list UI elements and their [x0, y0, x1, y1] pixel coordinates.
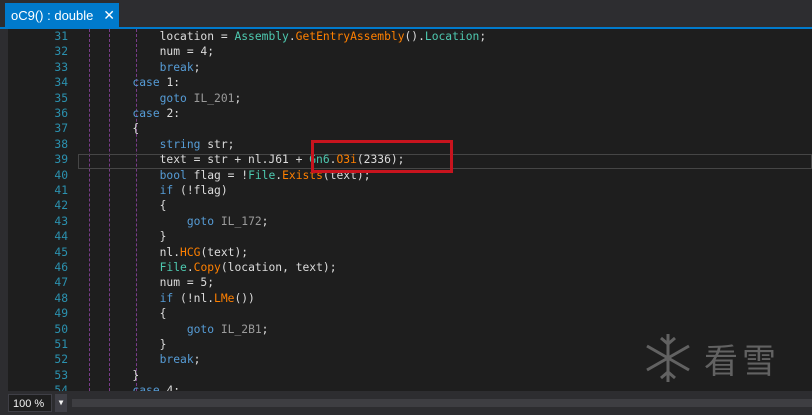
line-number: 51 [54, 338, 68, 351]
code-text[interactable]: { [78, 306, 167, 321]
code-text[interactable]: case 4: [78, 383, 180, 391]
line-number: 31 [54, 30, 68, 43]
code-text[interactable]: goto IL_2B1; [78, 322, 269, 337]
line-number: 35 [54, 91, 68, 105]
code-text[interactable]: goto IL_172; [78, 214, 269, 229]
code-line[interactable]: 49 { [8, 306, 812, 321]
line-number: 38 [54, 137, 68, 151]
line-number: 43 [54, 214, 68, 228]
code-line[interactable]: 43 goto IL_172; [8, 214, 812, 229]
code-line[interactable]: 41 if (!flag) [8, 183, 812, 198]
watermark-text: 看雪 [704, 342, 780, 382]
code-text[interactable]: case 2: [78, 106, 180, 121]
code-line[interactable]: 45 nl.HCG(text); [8, 245, 812, 260]
chevron-down-icon[interactable]: ▼ [55, 394, 67, 412]
code-text[interactable]: if (!flag) [78, 183, 228, 198]
code-text[interactable]: break; [78, 352, 201, 367]
line-number: 52 [54, 353, 68, 367]
line-number: 45 [54, 245, 68, 259]
line-number: 33 [54, 60, 68, 74]
code-text[interactable]: num = 4; [78, 44, 214, 59]
code-text[interactable]: goto IL_201; [78, 91, 242, 106]
code-line[interactable]: 44 } [8, 229, 812, 244]
tab-bar: oC9() : double ✕ [0, 0, 812, 28]
line-number: 44 [54, 230, 68, 244]
zoom-level[interactable]: 100 % [8, 394, 52, 412]
line-number: 36 [54, 107, 68, 120]
close-icon[interactable]: ✕ [103, 6, 115, 24]
code-text[interactable]: string str; [78, 137, 235, 152]
code-text[interactable]: { [78, 198, 167, 213]
tab-title: oC9() : double [11, 8, 94, 23]
code-text[interactable]: File.Copy(location, text); [78, 260, 337, 275]
code-text[interactable]: nl.HCG(text); [78, 245, 248, 260]
line-number: 39 [54, 153, 68, 167]
code-text[interactable]: num = 5; [78, 275, 214, 290]
code-line[interactable]: 31 location = Assembly.GetEntryAssembly(… [8, 29, 812, 44]
snowflake-icon [646, 334, 690, 382]
line-number: 48 [54, 291, 68, 305]
status-bar: 100 % ▼ [0, 391, 812, 415]
code-line[interactable]: 47 num = 5; [8, 275, 812, 290]
code-line[interactable]: 33 break; [8, 60, 812, 75]
tab-document[interactable]: oC9() : double ✕ [5, 3, 119, 28]
code-text[interactable]: } [78, 368, 139, 383]
line-number: 53 [54, 368, 68, 382]
code-text[interactable]: { [78, 121, 139, 136]
code-text[interactable]: case 1: [78, 75, 180, 90]
code-text[interactable]: location = Assembly.GetEntryAssembly().L… [78, 29, 487, 44]
line-number: 41 [54, 184, 68, 197]
code-line[interactable]: 35 goto IL_201; [8, 91, 812, 106]
line-number: 40 [54, 168, 68, 182]
code-text[interactable]: } [78, 337, 167, 352]
line-number: 34 [54, 76, 68, 90]
line-number: 47 [54, 276, 68, 290]
line-number: 42 [54, 199, 68, 213]
code-text[interactable]: break; [78, 60, 201, 75]
code-line[interactable]: 36 case 2: [8, 106, 812, 121]
annotation-highlight-box [311, 140, 453, 173]
line-number: 46 [54, 261, 68, 274]
line-number: 37 [54, 122, 68, 136]
code-line[interactable]: 48 if (!nl.LMe()) [8, 291, 812, 306]
line-number: 32 [54, 45, 68, 59]
line-number: 54 [54, 384, 68, 391]
code-line[interactable]: 32 num = 4; [8, 44, 812, 59]
horizontal-scrollbar[interactable] [72, 399, 812, 407]
code-text[interactable]: if (!nl.LMe()) [78, 291, 255, 306]
line-number: 50 [54, 322, 68, 336]
code-line[interactable]: 34 case 1: [8, 75, 812, 90]
code-line[interactable]: 42 { [8, 198, 812, 213]
code-line[interactable]: 46 File.Copy(location, text); [8, 260, 812, 275]
code-text[interactable]: } [78, 229, 167, 244]
code-line[interactable]: 37 { [8, 121, 812, 136]
line-number: 49 [54, 307, 68, 321]
